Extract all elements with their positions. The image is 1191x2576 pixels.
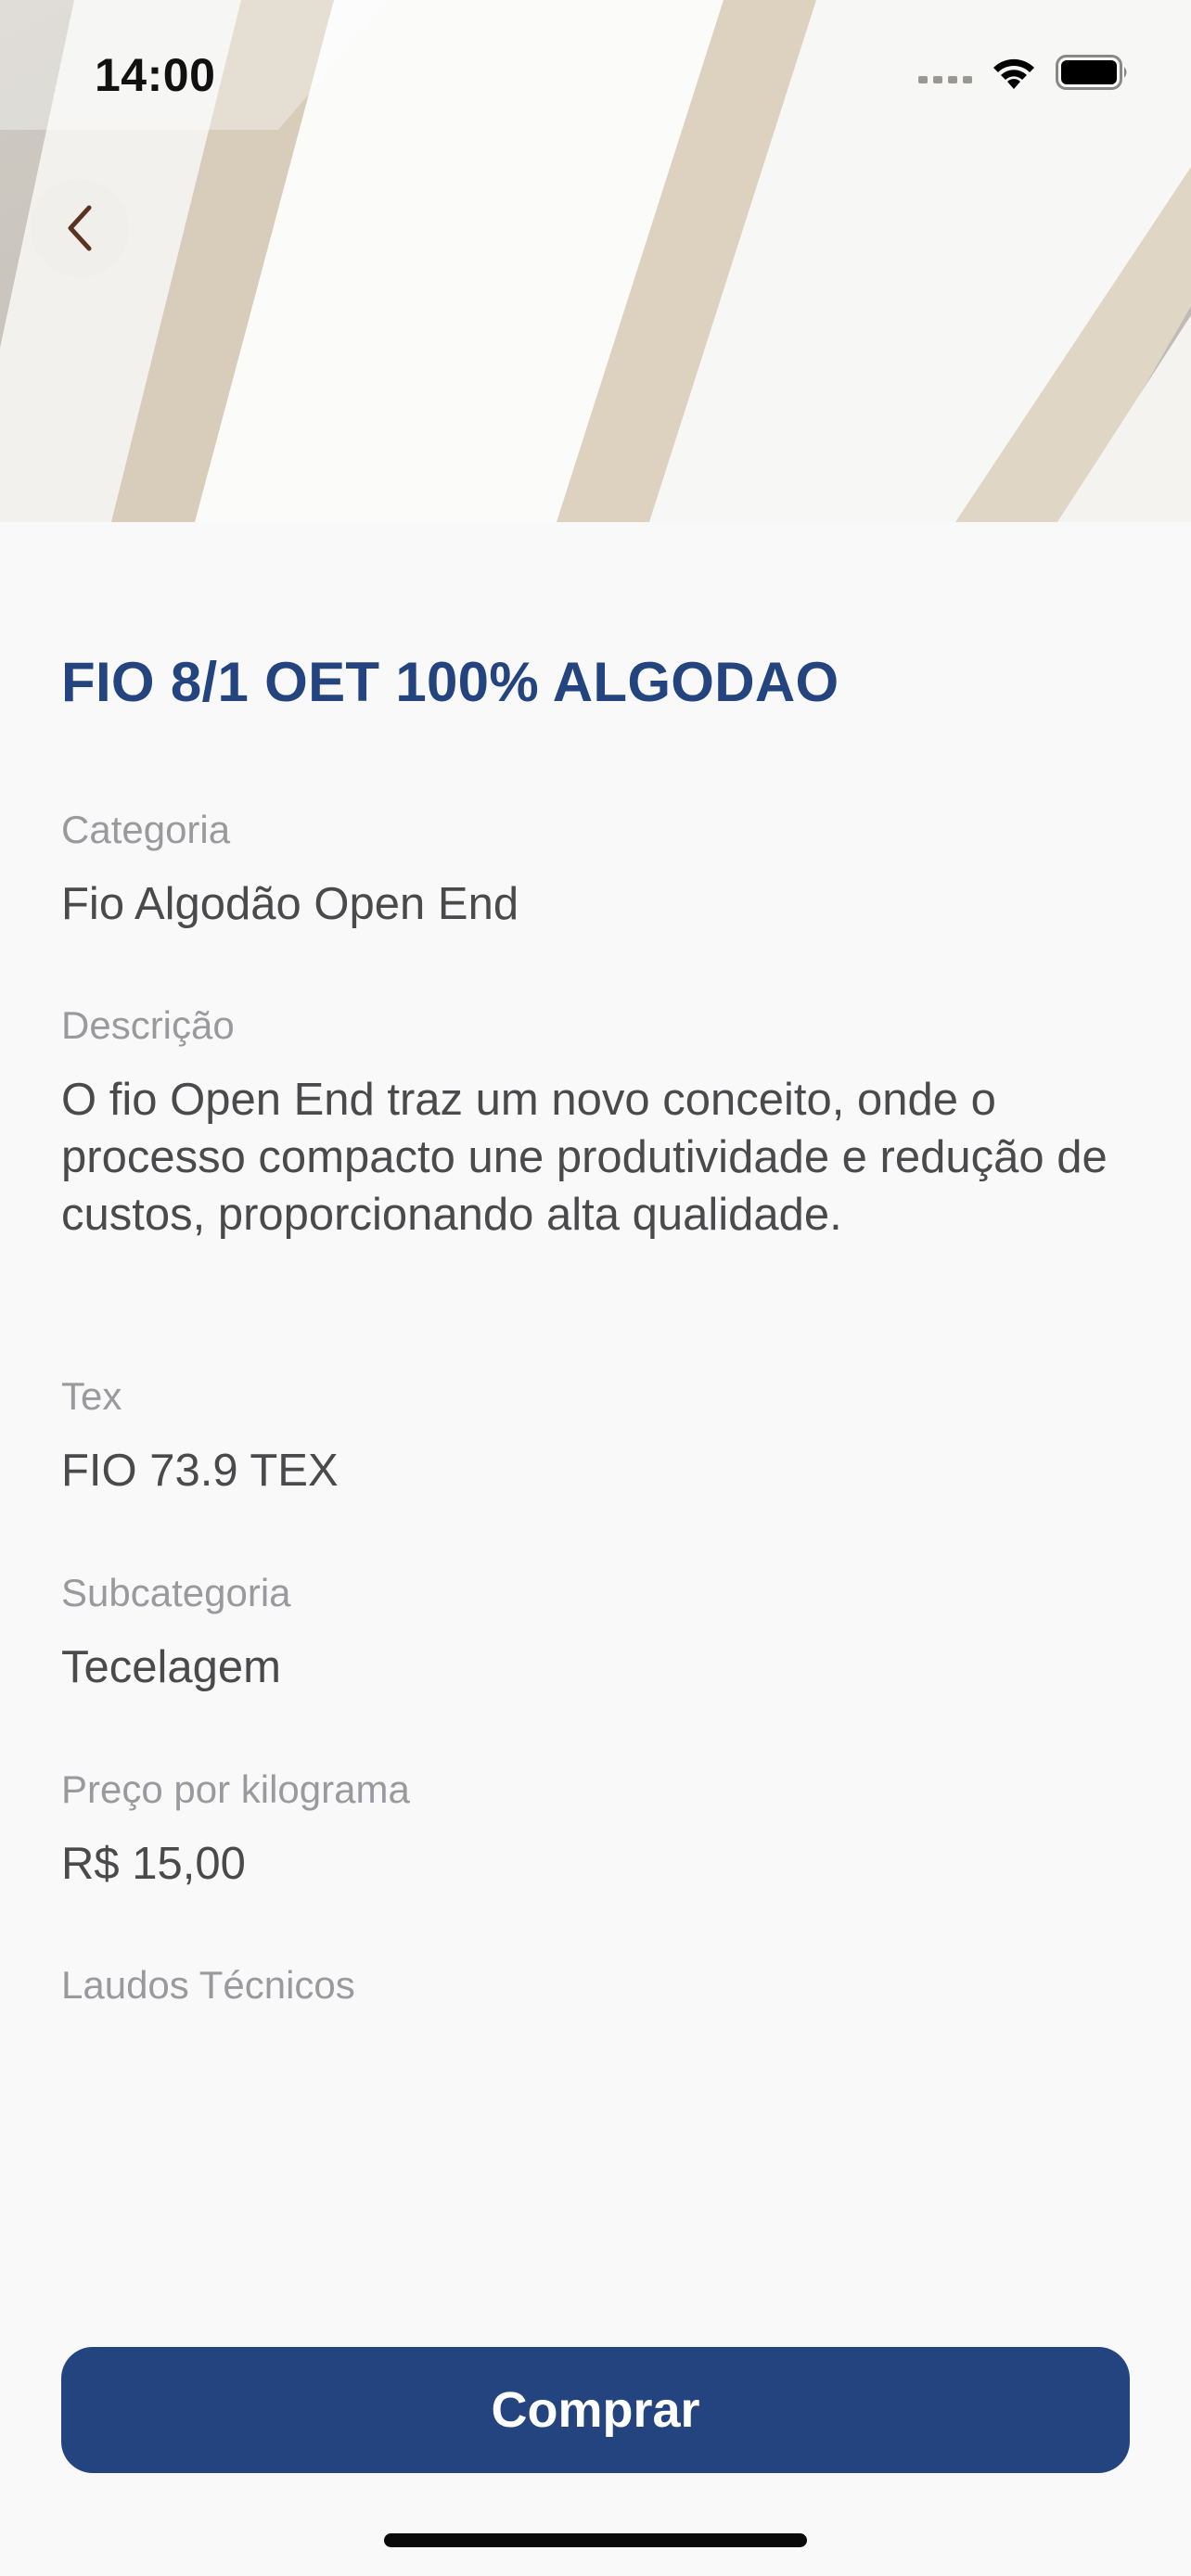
status-time: 14:00: [95, 49, 216, 101]
field-preco: Preço por kilograma R$ 15,00: [61, 1766, 1128, 1893]
cellular-signal-icon: [918, 76, 972, 83]
field-descricao: Descrição O fio Open End traz um novo co…: [61, 1002, 1128, 1243]
battery-icon: [1056, 55, 1127, 90]
home-indicator: [384, 2533, 807, 2547]
chevron-left-icon: [68, 205, 92, 251]
wifi-icon: [993, 58, 1034, 89]
field-label: Preço por kilograma: [61, 1767, 410, 1811]
field-value: FIO 73.9 TEX: [61, 1446, 339, 1497]
product-title: FIO 8/1 OET 100% ALGODAO: [61, 651, 839, 713]
field-laudos-tecnicos: Laudos Técnicos: [61, 1962, 1128, 2009]
field-value: Fio Algodão Open End: [61, 879, 519, 930]
field-value: O fio Open End traz um novo conceito, on…: [61, 1075, 1108, 1241]
product-details: FIO 8/1 OET 100% ALGODAO Categoria Fio A…: [61, 649, 1128, 2007]
field-label: Categoria: [61, 808, 231, 851]
field-value: Tecelagem: [61, 1642, 281, 1693]
field-label: Subcategoria: [61, 1571, 291, 1614]
field-label: Descrição: [61, 1003, 235, 1047]
hero-image: 14:00: [0, 0, 1191, 522]
field-tex: Tex FIO 73.9 TEX: [61, 1373, 1128, 1499]
field-value: R$ 15,00: [61, 1839, 246, 1890]
back-button[interactable]: [31, 179, 129, 277]
field-label: Tex: [61, 1374, 122, 1418]
field-subcategoria: Subcategoria Tecelagem: [61, 1570, 1128, 1696]
status-icons: [918, 54, 1130, 91]
field-categoria: Categoria Fio Algodão Open End: [61, 807, 1128, 933]
field-label: Laudos Técnicos: [61, 1963, 355, 2007]
status-bar: 14:00: [0, 0, 1191, 148]
buy-button[interactable]: Comprar: [61, 2347, 1130, 2473]
